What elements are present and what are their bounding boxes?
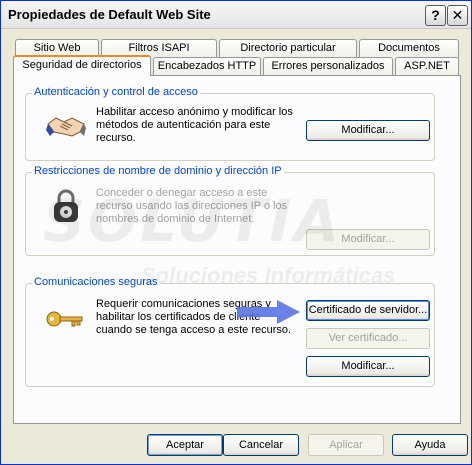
tab-seguridad-directorios[interactable]: Seguridad de directorios (13, 55, 151, 76)
tab-directorio-particular[interactable]: Directorio particular (219, 39, 357, 58)
secure-modify-button[interactable]: Modificar... (306, 356, 430, 377)
properties-window: Propiedades de Default Web Site ? ✕ Siti… (0, 0, 472, 465)
tab-aspnet[interactable]: ASP.NET (395, 57, 459, 76)
ip-group-title: Restricciones de nombre de dominio y dir… (32, 165, 284, 177)
padlock-icon (54, 189, 78, 222)
title-bar[interactable]: Propiedades de Default Web Site ? ✕ (1, 1, 471, 29)
apply-button[interactable]: Aplicar (308, 434, 384, 456)
help-button[interactable]: Ayuda (392, 434, 468, 456)
server-certificate-button[interactable]: Certificado de servidor... (306, 300, 430, 321)
tab-documentos[interactable]: Documentos (359, 39, 459, 58)
pointer-arrow-icon (237, 300, 300, 324)
window-title: Propiedades de Default Web Site (8, 7, 211, 22)
auth-group-title: Autenticación y control de acceso (32, 86, 200, 98)
auth-modify-button[interactable]: Modificar... (306, 120, 430, 141)
accept-button[interactable]: Aceptar (147, 434, 223, 456)
close-title-button[interactable]: ✕ (447, 5, 468, 26)
view-certificate-button[interactable]: Ver certificado... (306, 328, 430, 349)
auth-group: Autenticación y control de acceso Habili… (25, 86, 435, 161)
tab-panel: Autenticación y control de acceso Habili… (13, 75, 461, 424)
secure-group-title: Comunicaciones seguras (32, 276, 160, 288)
ip-description: Conceder o denegar acceso a este recurso… (96, 187, 288, 225)
secure-group: Comunicaciones seguras Requerir comunica… (25, 276, 435, 387)
key-icon (46, 311, 83, 327)
ip-group: Restricciones de nombre de dominio y dir… (25, 165, 435, 256)
auth-description: Habilitar acceso anónimo y modificar los… (96, 106, 293, 144)
ip-modify-button[interactable]: Modificar... (306, 229, 430, 250)
handshake-icon (46, 117, 86, 137)
tab-encabezados-http[interactable]: Encabezados HTTP (153, 57, 261, 76)
cancel-button[interactable]: Cancelar (223, 434, 299, 456)
tab-errores-personalizados[interactable]: Errores personalizados (263, 57, 393, 76)
help-title-button[interactable]: ? (425, 5, 446, 26)
